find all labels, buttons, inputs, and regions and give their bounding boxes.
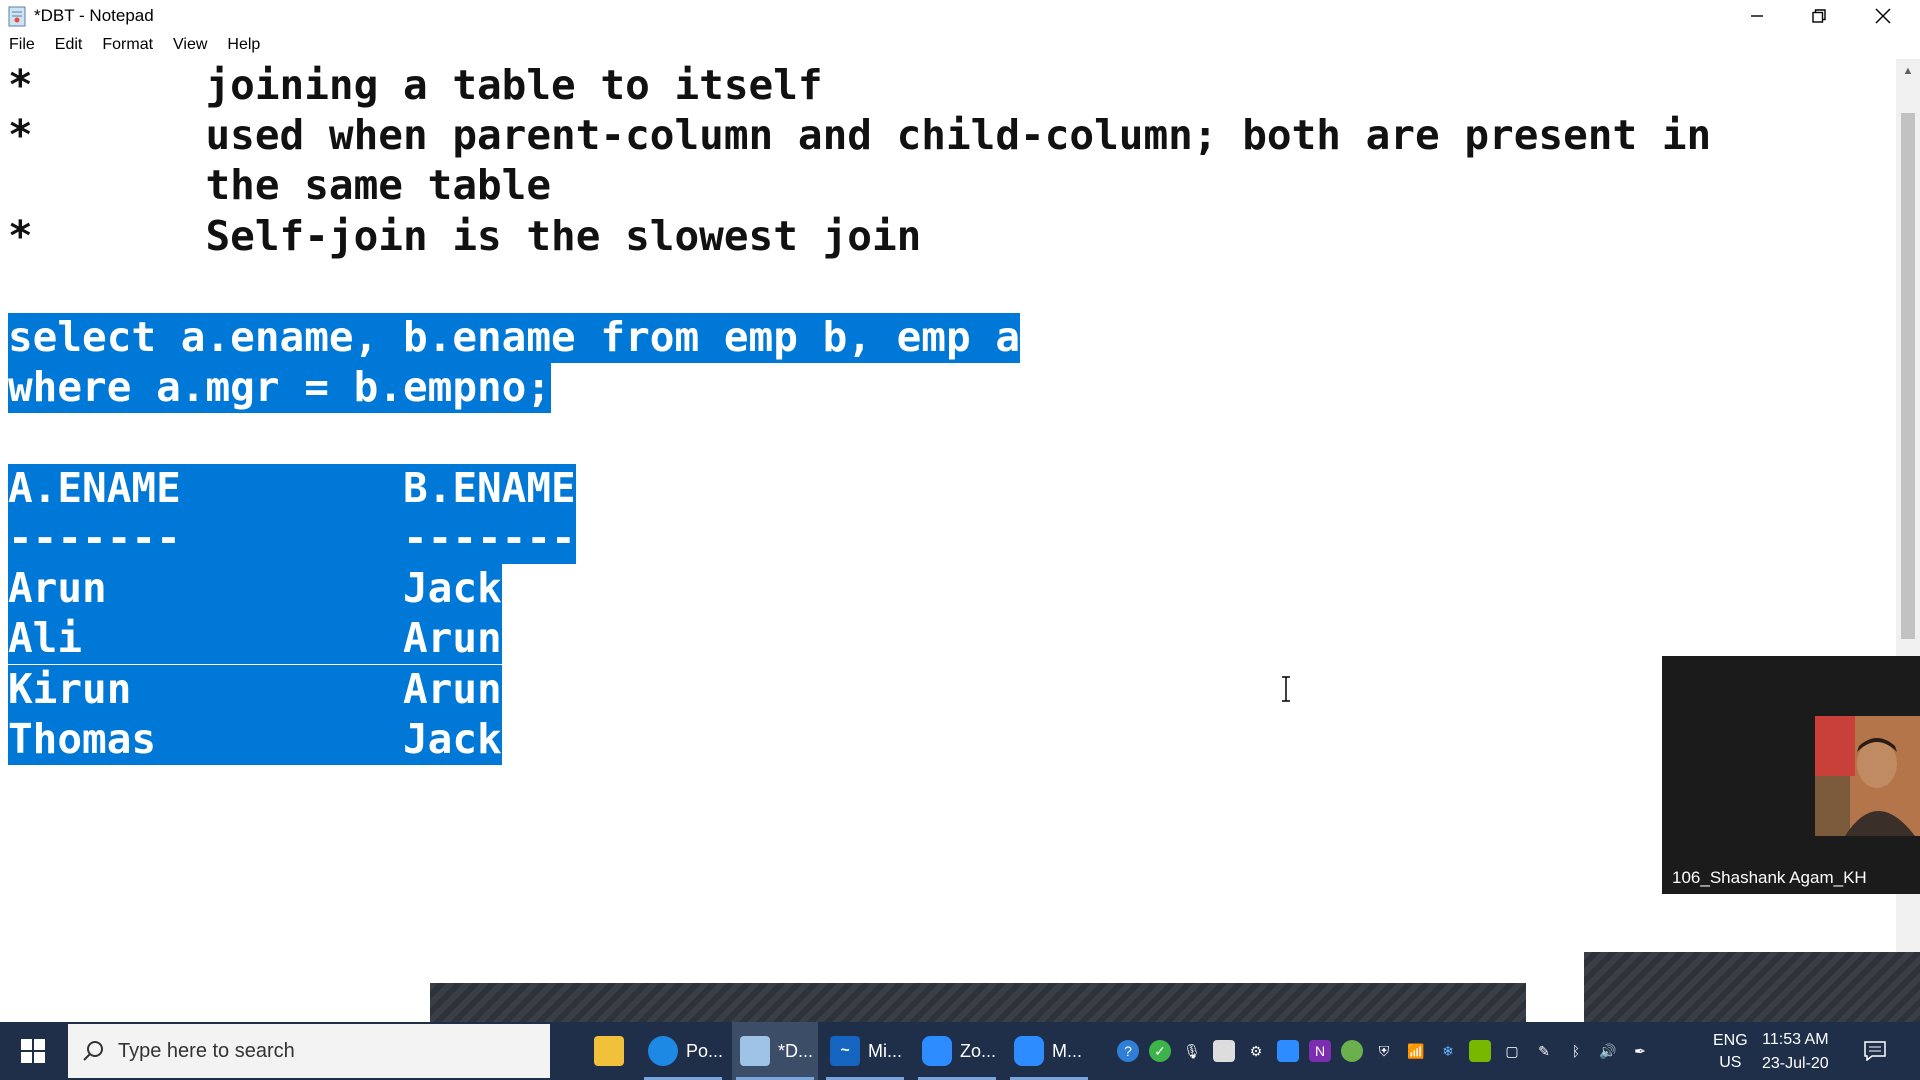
minimize-icon xyxy=(1751,15,1763,17)
notepad-icon xyxy=(740,1036,770,1066)
search-icon xyxy=(83,1041,103,1061)
whiteboard-icon: ~ xyxy=(830,1036,860,1066)
taskbar-clock[interactable]: 11:53 AM 23-Jul-20 xyxy=(1762,1028,1829,1076)
microphone-icon[interactable]: 🎙 xyxy=(1181,1040,1203,1062)
zoom-icon xyxy=(922,1036,952,1066)
editor-line: * joining a table to itself xyxy=(8,61,823,109)
screen-share-bar xyxy=(430,983,1526,1023)
screen-share-bar xyxy=(1584,952,1920,1023)
nvidia-icon[interactable] xyxy=(1469,1040,1491,1062)
notepad-icon xyxy=(6,4,30,28)
scroll-up-icon[interactable]: ▲ xyxy=(1896,59,1920,83)
editor-line-selected: Ali Arun xyxy=(8,614,502,664)
taskbar-file-explorer[interactable] xyxy=(586,1022,634,1080)
volume-icon[interactable]: 🔊 xyxy=(1597,1040,1619,1062)
taskbar-app-zoom[interactable]: Zo... xyxy=(914,1022,1000,1080)
clock-date: 23-Jul-20 xyxy=(1762,1055,1829,1072)
minimize-button[interactable] xyxy=(1726,0,1788,32)
shield-icon[interactable]: ⛨ xyxy=(1373,1040,1395,1062)
folder-icon xyxy=(594,1036,624,1066)
close-button[interactable] xyxy=(1852,0,1914,32)
zoom-tray-icon[interactable] xyxy=(1277,1040,1299,1062)
pen-workspace-icon[interactable]: ✒ xyxy=(1629,1040,1651,1062)
taskbar-app-edge[interactable]: Po... xyxy=(640,1022,726,1080)
menu-file[interactable]: File xyxy=(9,36,35,54)
restore-button[interactable] xyxy=(1788,0,1850,32)
taskbar-app-label: Po... xyxy=(686,1040,724,1061)
bluetooth-icon[interactable]: ᛒ xyxy=(1565,1040,1587,1062)
edge-icon xyxy=(648,1036,678,1066)
search-placeholder: Type here to search xyxy=(118,1039,295,1062)
close-icon xyxy=(1875,8,1891,24)
clock-time: 11:53 AM xyxy=(1762,1031,1829,1048)
participant-name: 106_Shashank Agam_KH xyxy=(1672,868,1867,887)
participant-avatar xyxy=(1815,716,1920,836)
taskbar-app-label: Mi... xyxy=(868,1040,902,1061)
pen-icon[interactable]: ✎ xyxy=(1533,1040,1555,1062)
menu-bar: File Edit Format View Help xyxy=(0,32,1920,58)
windows-logo-icon xyxy=(21,1039,45,1063)
region-code: US xyxy=(1719,1054,1742,1071)
title-bar: *DBT - Notepad xyxy=(0,0,1920,32)
snowflake-icon[interactable]: ❄ xyxy=(1437,1040,1459,1062)
menu-view[interactable]: View xyxy=(173,36,207,54)
device-icon[interactable]: ▢ xyxy=(1501,1040,1523,1062)
scrollbar-thumb[interactable] xyxy=(1901,113,1915,639)
window-title: *DBT - Notepad xyxy=(34,6,154,25)
wifi-icon[interactable]: 📶 xyxy=(1405,1040,1427,1062)
system-tray: ? ✓ 🎙 ⚙ N ⛨ 📶 ❄ ▢ ✎ ᛒ 🔊 ✒ xyxy=(1112,1022,1656,1080)
taskbar-app-label: Zo... xyxy=(960,1040,997,1061)
taskbar-app-notepad[interactable]: *D... xyxy=(732,1022,818,1080)
language-indicator[interactable]: ENG US xyxy=(1713,1030,1748,1074)
editor-line: * Self-join is the slowest join xyxy=(8,212,922,260)
taskbar-search[interactable]: Type here to search xyxy=(68,1024,550,1078)
notification-icon xyxy=(1864,1041,1886,1061)
text-editor[interactable]: * joining a table to itself * used when … xyxy=(0,59,1896,1022)
steam-icon[interactable]: ⚙ xyxy=(1245,1040,1267,1062)
editor-line: * used when parent-column and child-colu… xyxy=(8,111,1712,159)
taskbar-app-zoom-meeting[interactable]: M... xyxy=(1006,1022,1092,1080)
restore-icon xyxy=(1812,9,1826,23)
battery-icon[interactable] xyxy=(1213,1040,1235,1062)
notification-center-button[interactable] xyxy=(1860,1036,1890,1066)
app-tray-icon[interactable] xyxy=(1341,1040,1363,1062)
taskbar-app-whiteboard[interactable]: ~ Mi... xyxy=(822,1022,908,1080)
help-icon[interactable]: ? xyxy=(1117,1040,1139,1062)
editor-line-selected: where a.mgr = b.empno; xyxy=(8,363,552,413)
check-icon[interactable]: ✓ xyxy=(1149,1040,1171,1062)
editor-line-selected: ------- ------- xyxy=(8,514,576,564)
onenote-icon[interactable]: N xyxy=(1309,1040,1331,1062)
menu-format[interactable]: Format xyxy=(102,36,153,54)
language-code: ENG xyxy=(1713,1032,1748,1049)
editor-line: the same table xyxy=(8,161,552,209)
start-button[interactable] xyxy=(0,1022,66,1080)
editor-line-selected: Kirun Arun xyxy=(8,665,502,715)
menu-help[interactable]: Help xyxy=(227,36,260,54)
zoom-meeting-icon xyxy=(1014,1036,1044,1066)
participant-video[interactable]: 106_Shashank Agam_KH xyxy=(1662,656,1920,894)
editor-line-selected: select a.ename, b.ename from emp b, emp … xyxy=(8,313,1021,363)
text-cursor-icon xyxy=(1280,676,1292,702)
editor-line-selected: Arun Jack xyxy=(8,564,502,614)
taskbar: Type here to search Po... *D... ~ Mi... … xyxy=(0,1022,1920,1080)
editor-line-selected: Thomas Jack xyxy=(8,715,502,765)
taskbar-app-label: M... xyxy=(1052,1040,1082,1061)
menu-edit[interactable]: Edit xyxy=(55,36,83,54)
editor-line-selected: A.ENAME B.ENAME xyxy=(8,464,576,514)
taskbar-app-label: *D... xyxy=(778,1040,814,1061)
